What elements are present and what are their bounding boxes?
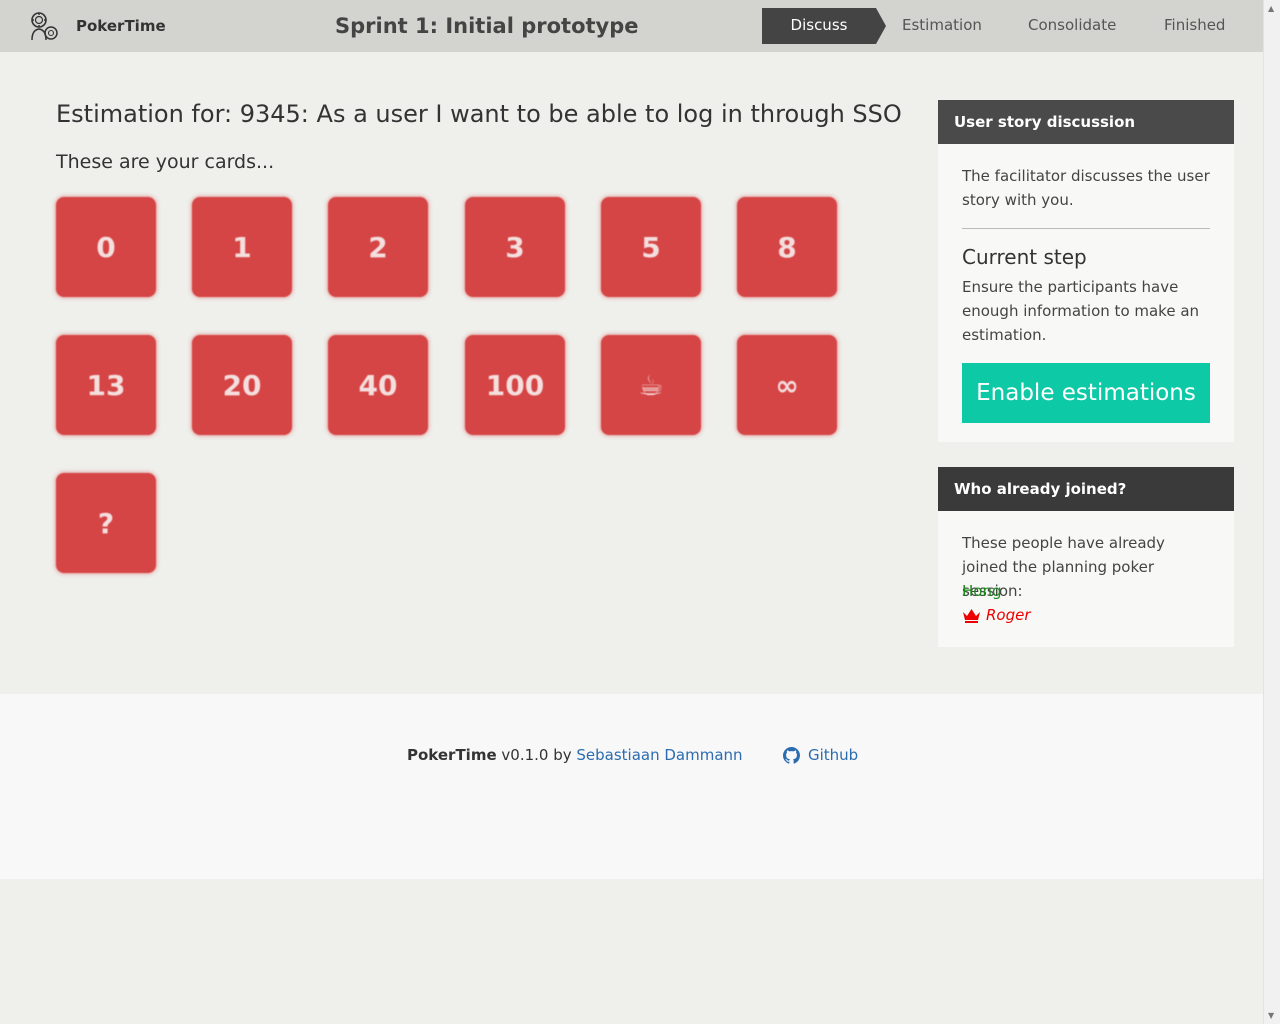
- step-discuss[interactable]: Discuss: [762, 8, 886, 44]
- session-title: Sprint 1: Initial prototype: [335, 14, 639, 38]
- card-coffee[interactable]: ☕: [601, 335, 701, 435]
- author-link[interactable]: Sebastiaan Dammann: [576, 746, 742, 764]
- card-1[interactable]: 1: [192, 197, 292, 297]
- card-100[interactable]: 100: [465, 335, 565, 435]
- github-icon: [783, 746, 800, 764]
- step-progress: Discuss Estimation Consolidate Finished: [762, 8, 1225, 44]
- card-infinity[interactable]: ∞: [737, 335, 837, 435]
- footer-version: v0.1.0 by: [496, 746, 577, 764]
- scroll-down-arrow-icon[interactable]: ▼: [1268, 1011, 1274, 1020]
- divider: [962, 228, 1210, 229]
- card-0[interactable]: 0: [56, 197, 156, 297]
- vertical-scrollbar[interactable]: ▲ ▼: [1263, 0, 1280, 1024]
- panel-title: Who already joined?: [938, 467, 1234, 511]
- github-label[interactable]: Github: [808, 746, 858, 764]
- participant-name: Roger: [986, 606, 1031, 624]
- top-navbar: PokerTime Sprint 1: Initial prototype Di…: [0, 0, 1263, 52]
- estimation-heading: Estimation for: 9345: As a user I want t…: [56, 100, 902, 128]
- brand-name[interactable]: PokerTime: [76, 17, 166, 35]
- step-consolidate[interactable]: Consolidate: [1028, 8, 1116, 44]
- card-3[interactable]: 3: [465, 197, 565, 297]
- current-step-title: Current step: [962, 245, 1087, 269]
- card-2[interactable]: 2: [328, 197, 428, 297]
- poker-logo-icon: [31, 12, 58, 41]
- crown-icon: [963, 608, 980, 623]
- enable-estimations-button[interactable]: Enable estimations: [962, 363, 1210, 423]
- card-8[interactable]: 8: [737, 197, 837, 297]
- step-estimation[interactable]: Estimation: [902, 8, 982, 44]
- participant-name: Hong: [962, 582, 1002, 600]
- panel-description: The facilitator discusses the user story…: [962, 167, 1210, 209]
- footer-app-name: PokerTime: [407, 746, 497, 764]
- card-20[interactable]: 20: [192, 335, 292, 435]
- facilitator-participant: Roger: [962, 603, 1031, 627]
- cards-subheading: These are your cards...: [56, 151, 275, 173]
- card-40[interactable]: 40: [328, 335, 428, 435]
- current-step-text: Ensure the participants have enough info…: [962, 278, 1200, 344]
- card-deck: 0 1 2 3 5 8 13 20 40 100 ☕ ∞ ?: [56, 197, 856, 577]
- card-5[interactable]: 5: [601, 197, 701, 297]
- scroll-up-arrow-icon[interactable]: ▲: [1268, 4, 1274, 13]
- footer-credits: PokerTime v0.1.0 by Sebastiaan Dammann: [407, 746, 743, 764]
- github-link[interactable]: Github: [783, 746, 858, 764]
- card-13[interactable]: 13: [56, 335, 156, 435]
- who-joined-panel: Who already joined? These people have al…: [938, 467, 1234, 647]
- footer: PokerTime v0.1.0 by Sebastiaan Dammann G…: [0, 694, 1263, 879]
- step-finished[interactable]: Finished: [1164, 8, 1225, 44]
- brand[interactable]: PokerTime: [28, 10, 166, 42]
- user-story-discussion-panel: User story discussion The facilitator di…: [938, 100, 1234, 442]
- panel-title: User story discussion: [938, 100, 1234, 144]
- card-question[interactable]: ?: [56, 473, 156, 573]
